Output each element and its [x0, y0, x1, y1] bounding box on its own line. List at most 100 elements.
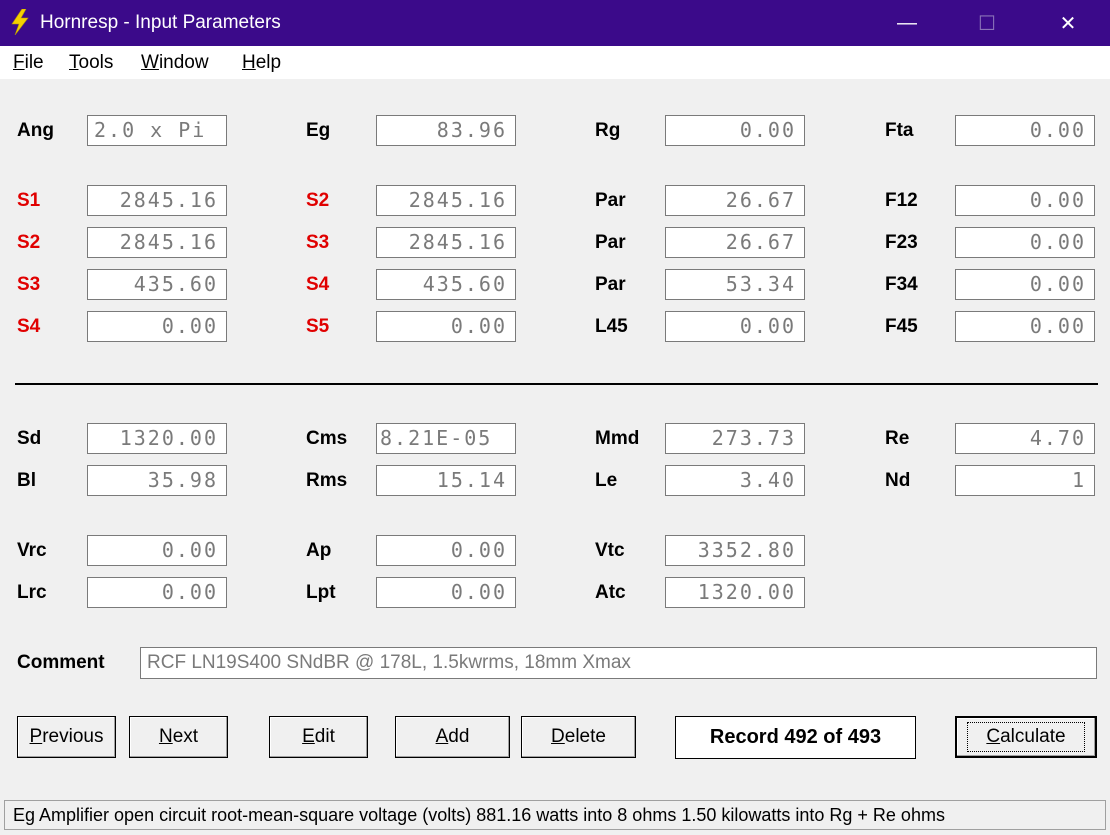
maximize-icon: ☐: [978, 12, 996, 35]
nd-label: Nd: [885, 470, 911, 491]
horn-row-2-b-field[interactable]: 2845.16: [376, 227, 516, 258]
delete-label: elete: [564, 726, 606, 747]
horn-row-3-a-field[interactable]: 435.60: [87, 269, 227, 300]
section-divider: [15, 383, 1098, 385]
mmd-field[interactable]: 273.73: [665, 423, 805, 454]
menu-file[interactable]: File: [13, 52, 44, 74]
bl-label: Bl: [17, 470, 36, 491]
horn-row-4-b-label: S5: [306, 316, 330, 337]
delete-button[interactable]: Delete: [521, 716, 636, 758]
next-hotkey: N: [158, 726, 173, 747]
edit-button[interactable]: Edit: [269, 716, 368, 758]
lrc-label: Lrc: [17, 582, 47, 603]
comment-field[interactable]: RCF LN19S400 SNdBR @ 178L, 1.5kwrms, 18m…: [140, 647, 1097, 679]
maximize-button[interactable]: ☐: [960, 0, 1014, 46]
close-button[interactable]: ✕: [1041, 0, 1095, 46]
window-title: Hornresp - Input Parameters: [40, 12, 281, 33]
horn-row-4-c-label: L45: [595, 316, 628, 337]
horn-row-1-b-label: S2: [306, 190, 330, 211]
ap-label: Ap: [306, 540, 332, 561]
atc-field[interactable]: 1320.00: [665, 577, 805, 608]
vrc-label: Vrc: [17, 540, 47, 561]
calculate-hotkey: C: [986, 726, 1001, 747]
menu-bar: File Tools Window Help: [0, 46, 1110, 79]
edit-hotkey: E: [302, 726, 315, 747]
horn-row-1-d-field[interactable]: 0.00: [955, 185, 1095, 216]
horn-row-4-d-field[interactable]: 0.00: [955, 311, 1095, 342]
bl-field[interactable]: 35.98: [87, 465, 227, 496]
fta-field[interactable]: 0.00: [955, 115, 1095, 146]
lpt-field[interactable]: 0.00: [376, 577, 516, 608]
horn-row-1-b-field[interactable]: 2845.16: [376, 185, 516, 216]
previous-button[interactable]: Previous: [17, 716, 116, 758]
vtc-field[interactable]: 3352.80: [665, 535, 805, 566]
cms-field[interactable]: 8.21E-05: [376, 423, 516, 454]
rg-label: Rg: [595, 120, 621, 141]
vtc-label: Vtc: [595, 540, 625, 561]
horn-row-3-a-label: S3: [17, 274, 41, 295]
horn-row-1-a-label: S1: [17, 190, 41, 211]
horn-row-4-b-field[interactable]: 0.00: [376, 311, 516, 342]
close-icon: ✕: [1059, 12, 1077, 35]
horn-row-2-d-field[interactable]: 0.00: [955, 227, 1095, 258]
sd-field[interactable]: 1320.00: [87, 423, 227, 454]
re-label: Re: [885, 428, 910, 449]
minimize-icon: —: [897, 11, 917, 34]
horn-row-3-d-field[interactable]: 0.00: [955, 269, 1095, 300]
menu-tools[interactable]: Tools: [69, 52, 113, 74]
nd-field[interactable]: 1: [955, 465, 1095, 496]
lightning-icon: [11, 9, 29, 35]
menu-window[interactable]: Window: [141, 52, 209, 74]
horn-row-3-b-field[interactable]: 435.60: [376, 269, 516, 300]
horn-row-2-d-label: F23: [885, 232, 918, 253]
ang-field[interactable]: 2.0 x Pi: [87, 115, 227, 146]
horn-row-3-b-label: S4: [306, 274, 330, 295]
horn-row-3-c-field[interactable]: 53.34: [665, 269, 805, 300]
eg-field[interactable]: 83.96: [376, 115, 516, 146]
atc-label: Atc: [595, 582, 626, 603]
mmd-label: Mmd: [595, 428, 640, 449]
horn-row-2-b-label: S3: [306, 232, 330, 253]
edit-label: dit: [314, 726, 335, 747]
horn-row-3-d-label: F34: [885, 274, 918, 295]
sd-label: Sd: [17, 428, 42, 449]
ang-label: Ang: [17, 120, 54, 141]
status-bar: Eg Amplifier open circuit root-mean-squa…: [4, 800, 1106, 830]
lpt-label: Lpt: [306, 582, 336, 603]
horn-row-2-a-field[interactable]: 2845.16: [87, 227, 227, 258]
horn-row-2-c-field[interactable]: 26.67: [665, 227, 805, 258]
minimize-button[interactable]: —: [880, 0, 934, 46]
comment-label: Comment: [17, 652, 105, 673]
horn-row-4-a-label: S4: [17, 316, 41, 337]
horn-row-1-d-label: F12: [885, 190, 918, 211]
add-button[interactable]: Add: [395, 716, 510, 758]
next-label: ext: [172, 726, 199, 747]
le-field[interactable]: 3.40: [665, 465, 805, 496]
horn-row-1-c-field[interactable]: 26.67: [665, 185, 805, 216]
calculate-button[interactable]: Calculate: [955, 716, 1097, 758]
horn-row-2-a-label: S2: [17, 232, 41, 253]
le-label: Le: [595, 470, 618, 491]
vrc-field[interactable]: 0.00: [87, 535, 227, 566]
horn-row-1-a-field[interactable]: 2845.16: [87, 185, 227, 216]
calculate-focus-ring: Calculate: [967, 722, 1085, 752]
rms-field[interactable]: 15.14: [376, 465, 516, 496]
horn-row-4-d-label: F45: [885, 316, 918, 337]
cms-label: Cms: [306, 428, 348, 449]
fta-label: Fta: [885, 120, 914, 141]
menu-help[interactable]: Help: [242, 52, 281, 74]
next-button[interactable]: Next: [129, 716, 228, 758]
rg-field[interactable]: 0.00: [665, 115, 805, 146]
previous-hotkey: P: [29, 726, 43, 747]
horn-row-4-c-field[interactable]: 0.00: [665, 311, 805, 342]
delete-hotkey: D: [551, 726, 565, 747]
ap-field[interactable]: 0.00: [376, 535, 516, 566]
rms-label: Rms: [306, 470, 348, 491]
horn-row-1-c-label: Par: [595, 190, 626, 211]
lrc-field[interactable]: 0.00: [87, 577, 227, 608]
horn-row-4-a-field[interactable]: 0.00: [87, 311, 227, 342]
add-label: dd: [448, 726, 470, 747]
re-field[interactable]: 4.70: [955, 423, 1095, 454]
horn-row-3-c-label: Par: [595, 274, 626, 295]
previous-label: revious: [42, 726, 104, 747]
